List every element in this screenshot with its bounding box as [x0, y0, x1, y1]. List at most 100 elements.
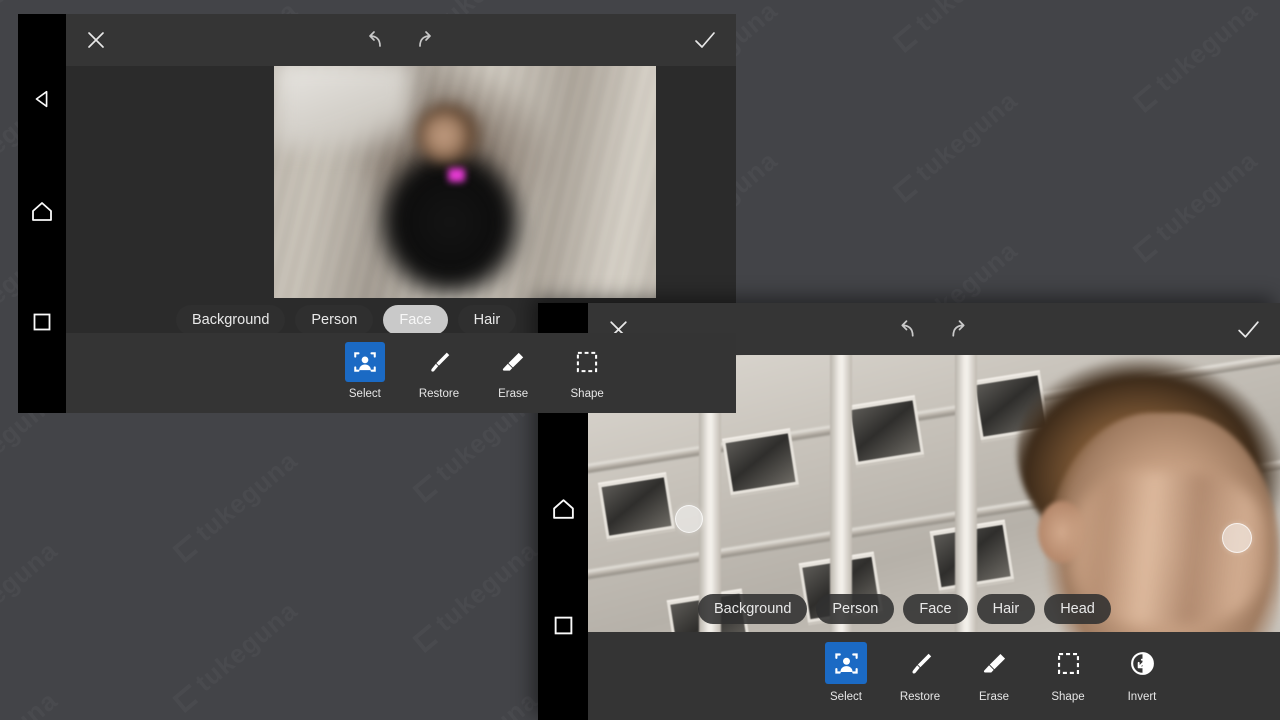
tool-select[interactable]: Select	[344, 342, 385, 400]
eraser-icon	[973, 642, 1015, 684]
dashed-square-icon	[567, 342, 607, 382]
selection-chip-label: Face	[399, 312, 432, 328]
selection-chip-hair[interactable]: Hair	[976, 594, 1036, 624]
watermark: tukeguna	[888, 85, 1024, 206]
selection-chip-label: Background	[714, 601, 792, 617]
invert-selection-icon	[1121, 642, 1163, 684]
selection-chip-face[interactable]: Face	[383, 305, 448, 335]
eraser-icon	[493, 342, 533, 382]
watermark: tukeguna	[168, 595, 304, 716]
selection-chip-head[interactable]: Head	[1044, 594, 1111, 624]
photo-canvas[interactable]: Background Person Face Hair Select Restore Er…	[66, 66, 736, 413]
editor-top-toolbar	[66, 14, 736, 66]
selection-chip-background[interactable]: Background	[176, 305, 286, 335]
edited-photo[interactable]	[274, 66, 656, 298]
tool-label: Restore	[418, 388, 460, 400]
selection-chip-label: Hair	[473, 312, 501, 328]
undo-icon[interactable]	[362, 29, 387, 51]
watermark-label: tukeguna	[909, 85, 1023, 187]
tool-label: Shape	[570, 388, 604, 400]
tool-bar: Select Restore Erase Shape	[66, 333, 736, 413]
apply-check-icon[interactable]	[1235, 317, 1262, 342]
tool-label: Select	[348, 388, 381, 400]
watermark: tukeguna	[408, 685, 544, 720]
selection-chip-label: Person	[311, 312, 358, 328]
close-icon[interactable]	[84, 28, 108, 52]
watermark-label: tukeguna	[429, 685, 543, 720]
tool-bar: Select Restore Erase Shape Invert	[588, 632, 1280, 720]
photo-window	[846, 397, 925, 466]
watermark-label: tukeguna	[189, 595, 303, 697]
watermark-label: tukeguna	[189, 445, 303, 547]
selection-chip-person[interactable]: Person	[816, 594, 895, 624]
tool-restore[interactable]: Restore	[419, 342, 459, 400]
nav-home-icon[interactable]	[551, 497, 576, 525]
watermark: tukeguna	[1128, 0, 1264, 116]
tool-erase[interactable]: Erase	[973, 642, 1015, 703]
tool-label: Erase	[978, 691, 1010, 703]
watermark: tukeguna	[168, 445, 304, 566]
watermark: tukeguna	[408, 535, 544, 656]
watermark-label: tukeguna	[429, 535, 543, 637]
tool-label: Shape	[1051, 691, 1085, 703]
watermark-logo-icon	[412, 474, 442, 503]
redo-icon[interactable]	[413, 29, 438, 51]
photo-window	[597, 474, 675, 539]
brush-icon	[419, 342, 459, 382]
phone-window-back: Background Person Face Hair Select Restore Er…	[18, 14, 736, 413]
nav-back-icon[interactable]	[31, 88, 53, 115]
watermark-logo-icon	[1132, 84, 1162, 113]
android-navigation-bar	[18, 14, 66, 413]
dashed-square-icon	[1047, 642, 1089, 684]
selection-chip-label: Hair	[992, 601, 1020, 617]
selection-chip-label: Head	[1060, 601, 1095, 617]
photo-accent-mark	[447, 168, 465, 182]
undo-icon[interactable]	[894, 318, 920, 341]
tool-select[interactable]: Select	[825, 642, 867, 703]
app-screen: Background Person Face Hair Select Restore Er…	[66, 14, 736, 413]
person-focus-icon	[344, 342, 385, 382]
redo-icon[interactable]	[946, 318, 972, 341]
zoom-handle-left[interactable]	[674, 504, 703, 533]
watermark: tukeguna	[0, 535, 64, 656]
watermark: tukeguna	[888, 0, 1024, 56]
watermark-logo-icon	[892, 174, 922, 203]
person-focus-icon	[825, 642, 867, 684]
watermark-logo-icon	[1132, 234, 1162, 263]
tool-label: Erase	[498, 388, 529, 400]
watermark-logo-icon	[412, 624, 442, 653]
photo-window	[722, 430, 800, 496]
watermark: tukeguna	[0, 685, 64, 720]
tool-invert[interactable]: Invert	[1121, 642, 1163, 703]
tool-label: Invert	[1127, 691, 1157, 703]
selection-chip-label: Background	[192, 312, 270, 328]
nav-recents-icon[interactable]	[32, 312, 52, 337]
watermark-label: tukeguna	[1149, 145, 1263, 247]
selection-chip-face[interactable]: Face	[903, 594, 968, 624]
tool-shape[interactable]: Shape	[1047, 642, 1089, 703]
tool-label: Select	[830, 691, 862, 703]
tool-label: Restore	[899, 691, 941, 703]
watermark-label: tukeguna	[1149, 0, 1263, 97]
watermark-logo-icon	[172, 684, 202, 713]
undo-redo-group	[894, 318, 972, 341]
watermark-label: tukeguna	[909, 0, 1023, 37]
tool-shape[interactable]: Shape	[567, 342, 607, 400]
selection-chip-person[interactable]: Person	[295, 305, 374, 335]
apply-check-icon[interactable]	[692, 28, 718, 52]
tool-erase[interactable]: Erase	[493, 342, 533, 400]
nav-recents-icon[interactable]	[553, 615, 574, 641]
tool-restore[interactable]: Restore	[899, 642, 941, 703]
selection-chip-background[interactable]: Background	[698, 594, 808, 624]
watermark: tukeguna	[1128, 145, 1264, 266]
brush-icon	[899, 642, 941, 684]
photo-subject-face	[415, 105, 473, 162]
watermark-logo-icon	[172, 534, 202, 563]
nav-home-icon[interactable]	[30, 200, 54, 227]
photo-sky-region	[274, 66, 412, 149]
selection-chip-hair[interactable]: Hair	[457, 305, 517, 335]
selection-chip-label: Face	[919, 601, 952, 617]
watermark-label: tukeguna	[0, 535, 63, 637]
watermark-logo-icon	[892, 24, 922, 53]
selection-chip-label: Person	[832, 601, 879, 617]
